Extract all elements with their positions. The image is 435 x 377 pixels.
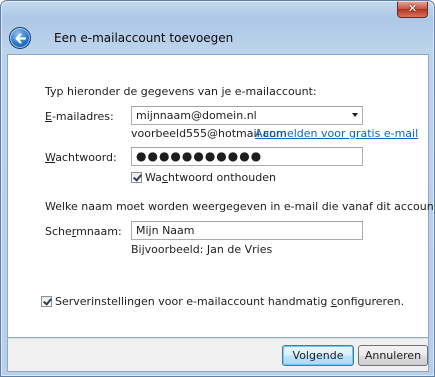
display-name-label: Schermnaam: bbox=[45, 225, 122, 238]
checkbox-checked-icon[interactable] bbox=[131, 172, 142, 183]
intro-text: Typ hieronder de gegevens van je e-maila… bbox=[45, 85, 317, 98]
close-icon: ✕ bbox=[407, 2, 418, 15]
email-combobox[interactable]: mijnnaam@domein.nl bbox=[131, 106, 363, 125]
email-value: mijnnaam@domein.nl bbox=[136, 109, 257, 122]
dialog-title: Een e-mailaccount toevoegen bbox=[54, 31, 234, 45]
dropdown-arrow-icon[interactable] bbox=[352, 113, 358, 117]
password-field[interactable]: ●●●●●●●●●●● bbox=[131, 147, 363, 166]
display-name-input[interactable]: Mijn Naam bbox=[131, 221, 363, 240]
back-arrow-icon bbox=[15, 33, 27, 44]
display-name-example: Bijvoorbeeld: Jan de Vries bbox=[131, 243, 273, 256]
display-name-value: Mijn Naam bbox=[136, 224, 195, 237]
password-label: Wachtwoord: bbox=[45, 151, 117, 164]
dialog-window: ✕ Een e-mailaccount toevoegen Typ hieron… bbox=[0, 0, 435, 377]
password-value: ●●●●●●●●●●● bbox=[136, 149, 263, 163]
cancel-button[interactable]: Annuleren bbox=[358, 345, 428, 366]
display-name-question: Welke naam moet worden weergegeven in e-… bbox=[45, 200, 435, 213]
email-label: E-mailadres: bbox=[45, 110, 114, 123]
button-bar: Volgende Annuleren bbox=[7, 338, 429, 372]
content-panel: Typ hieronder de gegevens van je e-maila… bbox=[7, 54, 434, 338]
signup-link[interactable]: Aanmelden voor gratis e-mail bbox=[255, 127, 418, 140]
remember-password-checkbox[interactable]: Wachtwoord onthouden bbox=[131, 171, 276, 184]
checkbox-checked-icon[interactable] bbox=[41, 296, 52, 307]
close-button[interactable]: ✕ bbox=[397, 1, 428, 18]
manual-config-checkbox[interactable]: Serverinstellingen voor e-mailaccount ha… bbox=[41, 295, 404, 308]
next-button[interactable]: Volgende bbox=[282, 345, 354, 366]
back-button[interactable] bbox=[9, 27, 31, 49]
